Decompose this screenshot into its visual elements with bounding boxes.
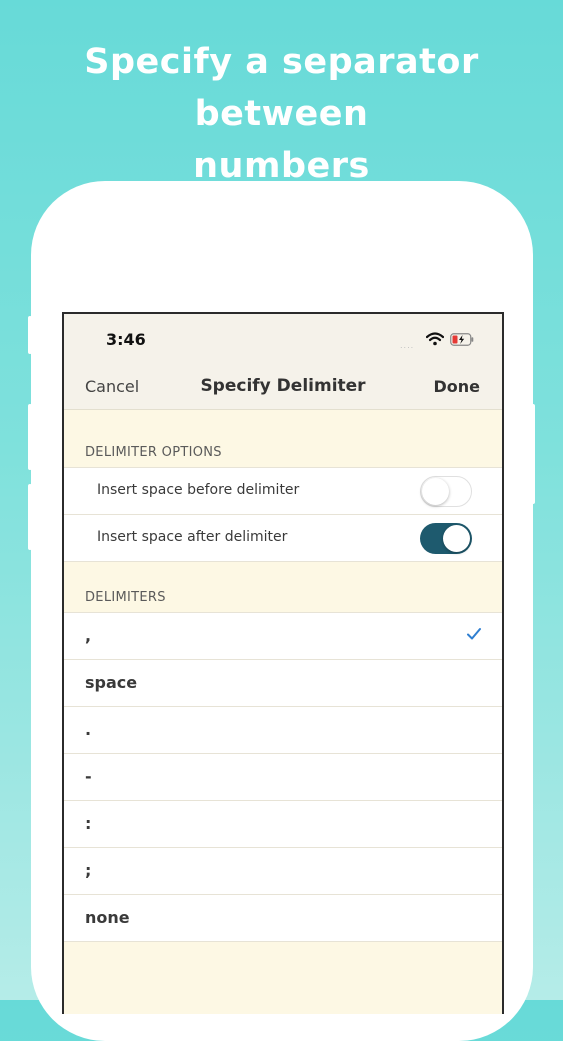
battery-charging-icon [450,333,474,346]
promo-headline: Specify a separator between numbers [0,36,563,192]
section-header-delimiters: DELIMITERS [85,590,166,605]
delimiter-label: : [85,814,92,833]
toggle-knob [443,525,470,552]
phone-side-button-right [531,404,535,504]
delimiter-row-semicolon[interactable]: ; [64,848,502,895]
status-time: 3:46 [106,330,146,349]
delimiters-list: , space . - : ; none [64,612,502,942]
space-after-toggle[interactable] [420,523,472,554]
toggle-knob [422,478,449,505]
option-label: Insert space before delimiter [97,482,300,498]
delimiter-label: - [85,767,92,786]
section-header-delimiter-options: DELIMITER OPTIONS [85,445,222,460]
delimiter-label: none [85,908,130,927]
delimiter-label: , [85,626,92,645]
navigation-bar: Cancel Specify Delimiter Done [64,364,502,410]
delimiter-options-group: Insert space before delimiter Insert spa… [64,467,502,562]
delimiter-row-period[interactable]: . [64,707,502,754]
option-label: Insert space after delimiter [97,529,288,545]
delimiter-row-hyphen[interactable]: - [64,754,502,801]
delimiter-label: . [85,720,92,739]
delimiter-row-space[interactable]: space [64,660,502,707]
delimiter-label: ; [85,861,92,880]
headline-line-1: Specify a separator between [84,42,479,134]
delimiter-row-none[interactable]: none [64,895,502,941]
done-button[interactable]: Done [433,377,480,396]
phone-side-button-left-1 [28,316,32,354]
checkmark-icon [467,628,481,640]
delimiter-label: space [85,673,138,692]
app-screen: 3:46 .... Cancel Specify Delimiter Done … [62,312,504,1014]
phone-side-button-left-2 [28,404,32,470]
signal-icon: .... [400,341,415,350]
space-before-toggle[interactable] [420,476,472,507]
option-row-space-after[interactable]: Insert space after delimiter [64,515,502,561]
delimiter-row-colon[interactable]: : [64,801,502,848]
option-row-space-before[interactable]: Insert space before delimiter [64,468,502,515]
delimiter-row-comma[interactable]: , [64,613,502,660]
wifi-icon [426,332,444,346]
status-bar: 3:46 .... [64,314,502,364]
phone-side-button-left-3 [28,484,32,550]
